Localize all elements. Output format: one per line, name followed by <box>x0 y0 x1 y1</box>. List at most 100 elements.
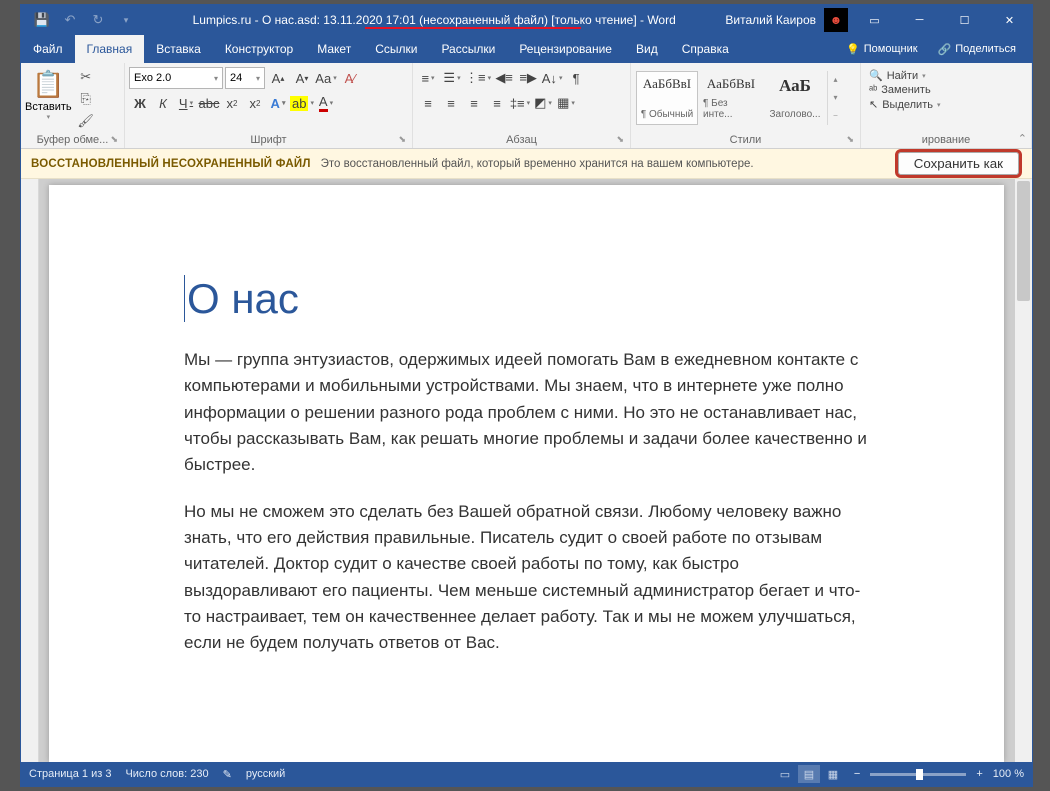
message-text: Это восстановленный файл, который времен… <box>321 158 754 170</box>
superscript-icon[interactable]: x2 <box>244 92 266 114</box>
tab-layout[interactable]: Макет <box>305 35 363 63</box>
share-button[interactable]: 🔗Поделиться <box>930 43 1024 56</box>
highlight-icon[interactable]: ab <box>290 92 314 114</box>
grow-font-icon[interactable]: A▴ <box>267 67 289 89</box>
font-name-value: Exo 2.0 <box>134 72 171 84</box>
launcher-icon[interactable]: ⬊ <box>846 134 854 145</box>
user-name[interactable]: Виталий Каиров <box>725 13 816 27</box>
close-icon[interactable]: ✕ <box>987 5 1032 35</box>
undo-icon[interactable]: ↶ <box>57 7 83 33</box>
clipboard-group-label: Буфер обме... <box>37 134 109 146</box>
tab-design[interactable]: Конструктор <box>213 35 305 63</box>
vertical-scrollbar[interactable] <box>1015 179 1032 762</box>
shading-icon[interactable]: ◩ <box>532 92 554 114</box>
launcher-icon[interactable]: ⬊ <box>398 134 406 145</box>
underline-icon[interactable]: Ч <box>175 92 197 114</box>
outdent-icon[interactable]: ◀≡ <box>493 67 515 89</box>
style-nospacing[interactable]: АаБбВвІ¶ Без инте... <box>700 71 762 125</box>
change-case-icon[interactable]: Aa <box>315 67 337 89</box>
replace-button[interactable]: ᵃᵇЗаменить <box>869 84 940 96</box>
borders-icon[interactable]: ▦ <box>555 92 577 114</box>
document-page[interactable]: О нас Мы — группа энтузиастов, одержимых… <box>49 185 1004 762</box>
line-spacing-icon[interactable]: ‡≡ <box>509 92 531 114</box>
launcher-icon[interactable]: ⬊ <box>616 134 624 145</box>
avatar[interactable]: ☻ <box>824 8 848 32</box>
ribbon-tabs: Файл Главная Вставка Конструктор Макет С… <box>21 35 1032 63</box>
web-layout-icon[interactable]: ▦ <box>822 765 844 783</box>
save-icon[interactable]: 💾 <box>29 7 55 33</box>
read-mode-icon[interactable]: ▭ <box>774 765 796 783</box>
collapse-ribbon-icon[interactable]: ⌃ <box>1018 132 1027 145</box>
qat-more-icon[interactable]: ▾ <box>113 7 139 33</box>
justify-icon[interactable]: ≡ <box>486 92 508 114</box>
paste-icon[interactable]: 📋 <box>32 67 64 101</box>
format-painter-icon[interactable]: 🖌 <box>75 111 97 131</box>
align-center-icon[interactable]: ≡ <box>440 92 462 114</box>
styles-more-icon[interactable]: ▴▾⎯ <box>827 71 843 125</box>
font-size-value: 24 <box>230 72 242 84</box>
text-effects-icon[interactable]: A <box>267 92 289 114</box>
tab-home[interactable]: Главная <box>75 35 145 63</box>
document-heading: О нас <box>184 275 869 323</box>
show-marks-icon[interactable]: ¶ <box>565 67 587 89</box>
font-size-select[interactable]: 24▾ <box>225 67 265 89</box>
cut-icon[interactable]: ✂ <box>75 67 97 87</box>
tab-file[interactable]: Файл <box>21 35 75 63</box>
document-paragraph: Мы — группа энтузиастов, одержимых идеей… <box>184 347 869 479</box>
spellcheck-icon[interactable]: ✎ <box>223 768 232 781</box>
font-color-icon[interactable]: A <box>315 92 337 114</box>
replace-icon: ᵃᵇ <box>869 84 877 96</box>
tab-insert[interactable]: Вставка <box>144 35 213 63</box>
share-label: Поделиться <box>955 43 1016 55</box>
minimize-icon[interactable]: ─ <box>897 5 942 35</box>
share-icon: 🔗 <box>938 43 952 56</box>
shrink-font-icon[interactable]: A▾ <box>291 67 313 89</box>
tab-references[interactable]: Ссылки <box>363 35 429 63</box>
scrollbar-thumb[interactable] <box>1017 181 1030 301</box>
status-bar: Страница 1 из 3 Число слов: 230 ✎ русски… <box>21 762 1032 786</box>
tellme-label: Помощник <box>864 43 918 55</box>
page-indicator[interactable]: Страница 1 из 3 <box>29 768 111 780</box>
zoom-in-icon[interactable]: + <box>976 768 982 780</box>
tellme[interactable]: 💡Помощник <box>838 43 926 56</box>
maximize-icon[interactable]: ☐ <box>942 5 987 35</box>
strike-icon[interactable]: abc <box>198 92 220 114</box>
font-group-label: Шрифт <box>250 134 286 146</box>
font-name-select[interactable]: Exo 2.0▾ <box>129 67 223 89</box>
print-layout-icon[interactable]: ▤ <box>798 765 820 783</box>
tab-help[interactable]: Справка <box>670 35 741 63</box>
language-indicator[interactable]: русский <box>246 768 285 780</box>
zoom-slider[interactable] <box>870 773 966 776</box>
word-count[interactable]: Число слов: 230 <box>125 768 208 780</box>
find-button[interactable]: 🔍Найти▾ <box>869 69 940 82</box>
message-title: ВОССТАНОВЛЕННЫЙ НЕСОХРАНЕННЫЙ ФАЙЛ <box>31 158 311 170</box>
zoom-level[interactable]: 100 % <box>993 768 1024 780</box>
ribbon-display-icon[interactable]: ▭ <box>852 5 897 35</box>
numbering-icon[interactable]: ☰ <box>441 67 463 89</box>
bullets-icon[interactable]: ≡ <box>417 67 439 89</box>
style-normal[interactable]: АаБбВвІ¶ Обычный <box>636 71 698 125</box>
launcher-icon[interactable]: ⬊ <box>110 134 118 145</box>
paste-button[interactable]: Вставить <box>25 101 72 113</box>
copy-icon[interactable]: ⎘ <box>75 89 97 109</box>
tab-mailings[interactable]: Рассылки <box>429 35 507 63</box>
select-button[interactable]: ↖Выделить▾ <box>869 98 940 111</box>
styles-group-label: Стили <box>730 134 762 146</box>
redo-icon[interactable]: ↻ <box>85 7 111 33</box>
tab-view[interactable]: Вид <box>624 35 670 63</box>
sort-icon[interactable]: A↓ <box>541 67 563 89</box>
align-left-icon[interactable]: ≡ <box>417 92 439 114</box>
document-area: О нас Мы — группа энтузиастов, одержимых… <box>21 179 1032 762</box>
style-heading[interactable]: АаБЗаголово... <box>764 71 826 125</box>
save-as-button[interactable]: Сохранить как <box>895 149 1022 178</box>
subscript-icon[interactable]: x2 <box>221 92 243 114</box>
clear-format-icon[interactable]: A⁄ <box>339 67 361 89</box>
multilevel-icon[interactable]: ⋮≡ <box>465 67 491 89</box>
indent-icon[interactable]: ≡▶ <box>517 67 539 89</box>
italic-icon[interactable]: К <box>152 92 174 114</box>
align-right-icon[interactable]: ≡ <box>463 92 485 114</box>
zoom-out-icon[interactable]: − <box>854 768 860 780</box>
tab-review[interactable]: Рецензирование <box>507 35 624 63</box>
document-paragraph: Но мы не сможем это сделать без Вашей об… <box>184 499 869 657</box>
bold-icon[interactable]: Ж <box>129 92 151 114</box>
